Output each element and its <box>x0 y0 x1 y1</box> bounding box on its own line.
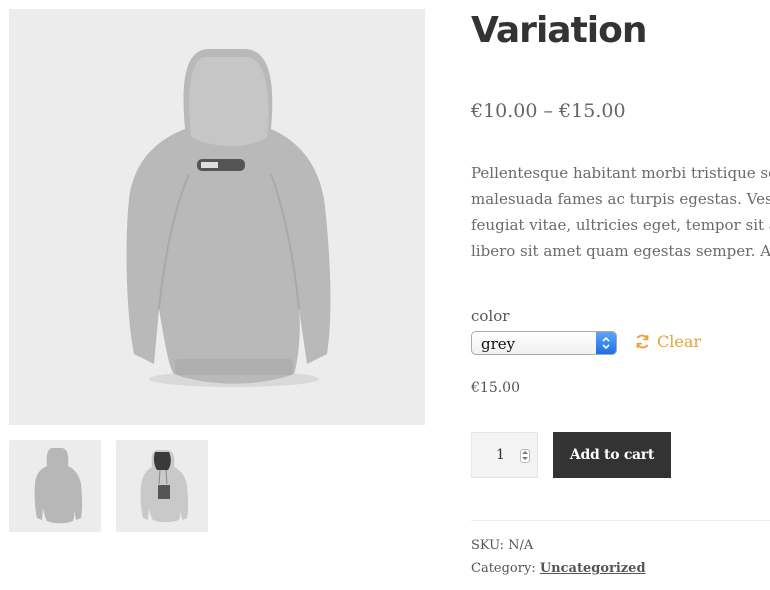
quantity-stepper-icon[interactable] <box>520 449 530 463</box>
category-meta: Category: Uncategorized <box>471 561 646 576</box>
clear-variations-link[interactable]: Clear <box>634 332 701 351</box>
hoodie-back-image <box>126 49 331 387</box>
quantity-input[interactable]: 1 <box>471 432 538 478</box>
chevron-updown-icon[interactable] <box>596 332 616 354</box>
sku-value: N/A <box>508 538 534 553</box>
gallery-thumbnail-back[interactable] <box>9 440 101 532</box>
product-description: Pellentesque habitant morbi tristique se… <box>471 160 770 270</box>
variation-price: €15.00 <box>471 380 520 396</box>
add-to-cart-button[interactable]: Add to cart <box>553 432 671 478</box>
gallery-thumbnail-front[interactable] <box>116 440 208 532</box>
refresh-icon <box>636 334 649 349</box>
product-title: Variation <box>471 10 647 51</box>
category-link[interactable]: Uncategorized <box>540 561 646 576</box>
product-main-image[interactable] <box>9 9 425 425</box>
sku-label: SKU: <box>471 538 505 553</box>
price-range: €10.00 – €15.00 <box>471 100 626 122</box>
hoodie-back-thumbnail <box>34 448 83 524</box>
color-select-value: grey <box>481 335 516 353</box>
color-select[interactable]: grey <box>471 331 617 355</box>
divider <box>471 520 770 521</box>
sku-meta: SKU: N/A <box>471 538 533 553</box>
hoodie-front-thumbnail <box>140 450 189 523</box>
clear-label: Clear <box>657 332 702 351</box>
quantity-value: 1 <box>496 447 505 463</box>
category-label: Category: <box>471 561 536 576</box>
product-description-text: Pellentesque habitant morbi tristique se… <box>471 164 770 270</box>
color-label: color <box>471 307 510 325</box>
